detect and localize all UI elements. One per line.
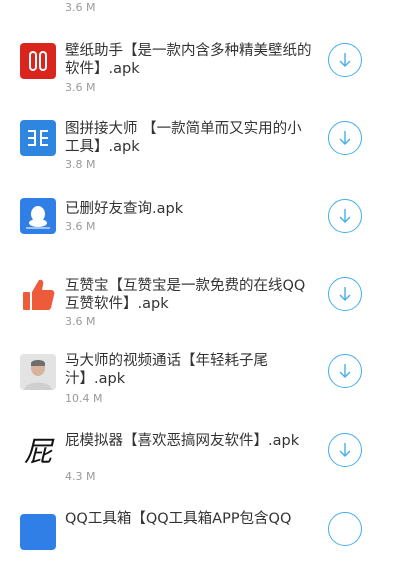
download-button[interactable] bbox=[328, 43, 362, 77]
download-button[interactable] bbox=[328, 277, 362, 311]
app-title[interactable]: 图拼接大师 【一款简单而又实用的小工具】.apk bbox=[65, 120, 315, 156]
app-title[interactable]: 壁纸助手【是一款内含多种精美壁纸的软件】.apk bbox=[65, 42, 315, 78]
list-item[interactable]: 马大师的视频通话【年轻耗子尾汁】.apk 10.4 M bbox=[0, 352, 400, 432]
app-title[interactable]: 屁模拟器【喜欢恶搞网友软件】.apk bbox=[65, 432, 315, 450]
file-size: 3.6 M bbox=[65, 315, 96, 328]
wallpaper-app-icon bbox=[20, 43, 56, 79]
download-button[interactable] bbox=[328, 354, 362, 388]
app-title[interactable]: 已删好友查询.apk bbox=[65, 200, 315, 218]
file-size: 10.4 M bbox=[65, 392, 103, 405]
download-arrow-icon bbox=[339, 53, 351, 67]
list-item[interactable]: 互赞宝【互赞宝是一款免费的在线QQ互赞软件】.apk 3.6 M bbox=[0, 275, 400, 353]
download-arrow-icon bbox=[339, 209, 351, 223]
file-size: 3.6 M bbox=[65, 81, 96, 94]
previous-item-size: 3.6 M bbox=[65, 1, 96, 14]
download-button[interactable] bbox=[328, 199, 362, 233]
file-size: 4.3 M bbox=[65, 470, 96, 483]
list-item[interactable]: 屁 屁模拟器【喜欢恶搞网友软件】.apk 4.3 M bbox=[0, 432, 400, 510]
calligraphy-app-icon: 屁 bbox=[20, 432, 56, 468]
download-arrow-icon bbox=[339, 364, 351, 378]
download-arrow-icon bbox=[339, 443, 351, 457]
list-item[interactable]: 图拼接大师 【一款简单而又实用的小工具】.apk 3.8 M bbox=[0, 117, 400, 195]
download-arrow-icon bbox=[339, 131, 351, 145]
image-stitch-app-icon bbox=[20, 120, 56, 156]
download-button[interactable] bbox=[328, 512, 362, 546]
qq-penguin-app-icon bbox=[20, 198, 56, 234]
list-item[interactable]: 壁纸助手【是一款内含多种精美壁纸的软件】.apk 3.6 M bbox=[0, 38, 400, 116]
list-item[interactable]: 已删好友查询.apk 3.6 M bbox=[0, 196, 400, 274]
thumbs-up-app-icon bbox=[20, 277, 56, 313]
file-size: 3.8 M bbox=[65, 158, 96, 171]
download-button[interactable] bbox=[328, 121, 362, 155]
file-size: 3.6 M bbox=[65, 220, 96, 233]
download-button[interactable] bbox=[328, 433, 362, 467]
portrait-app-icon bbox=[20, 354, 56, 390]
toolbox-app-icon bbox=[20, 514, 56, 550]
app-title[interactable]: 互赞宝【互赞宝是一款免费的在线QQ互赞软件】.apk bbox=[65, 277, 315, 313]
app-title[interactable]: QQ工具箱【QQ工具箱APP包含QQ bbox=[65, 510, 325, 528]
app-title[interactable]: 马大师的视频通话【年轻耗子尾汁】.apk bbox=[65, 352, 315, 388]
download-arrow-icon bbox=[339, 287, 351, 301]
